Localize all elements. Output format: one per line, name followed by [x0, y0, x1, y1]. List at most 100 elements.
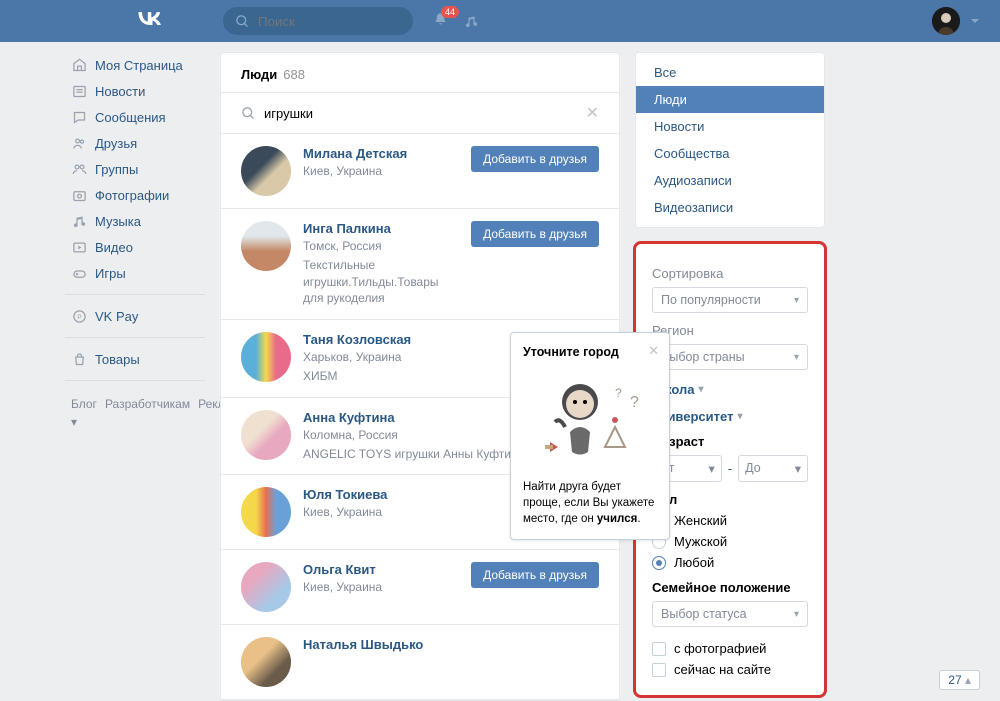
checkbox-icon — [652, 663, 666, 677]
tab-1[interactable]: Люди — [636, 86, 824, 113]
checkbox-icon — [652, 642, 666, 656]
nav-music[interactable]: Музыка — [65, 208, 205, 234]
nav-friends[interactable]: Друзья — [65, 130, 205, 156]
close-icon[interactable]: ✕ — [648, 343, 659, 359]
age-label: Возраст — [652, 434, 808, 449]
left-sidebar: Моя СтраницаНовостиСообщенияДрузьяГруппы… — [65, 52, 205, 701]
people-search-input[interactable] — [264, 106, 578, 121]
search-tabs: ВсеЛюдиНовостиСообществаАудиозаписиВидео… — [635, 52, 825, 228]
result-row: Инга Палкина Томск, Россия Текстильные игр… — [221, 209, 619, 320]
user-avatar[interactable] — [241, 487, 291, 537]
nav-photo[interactable]: Фотографии — [65, 182, 205, 208]
footer-link[interactable]: Блог — [71, 397, 97, 411]
add-friend-button[interactable]: Добавить в друзья — [471, 146, 599, 172]
region-select[interactable]: Выбор страны▾ — [652, 344, 808, 370]
nav-pay[interactable]: PVK Pay — [65, 303, 205, 329]
gender-radio-1[interactable]: Мужской — [652, 534, 808, 549]
gender-radio-0[interactable]: Женский — [652, 513, 808, 528]
result-row: Милана Детская Киев, Украина Добавить в др… — [221, 134, 619, 209]
tab-0[interactable]: Все — [636, 59, 824, 86]
nav-shop[interactable]: Товары — [65, 346, 205, 372]
gender-radios: Женский Мужской Любой — [652, 513, 808, 570]
video-icon — [71, 239, 87, 255]
svg-text:?: ? — [615, 386, 622, 400]
groups-icon — [71, 161, 87, 177]
tab-3[interactable]: Сообщества — [636, 140, 824, 167]
sort-select[interactable]: По популярности▾ — [652, 287, 808, 313]
result-name[interactable]: Милана Детская — [303, 146, 459, 161]
nav-news[interactable]: Новости — [65, 78, 205, 104]
marital-label: Семейное положение — [652, 580, 808, 595]
add-friend-button[interactable]: Добавить в друзья — [471, 221, 599, 247]
user-avatar[interactable] — [241, 562, 291, 612]
nav-home[interactable]: Моя Страница — [65, 52, 205, 78]
result-name[interactable]: Ольга Квит — [303, 562, 459, 577]
footer-links: БлогРазработчикамРекламаЕщё ▾ — [65, 389, 205, 437]
top-bar: 44 — [0, 0, 1000, 42]
nav-groups[interactable]: Группы — [65, 156, 205, 182]
radio-icon — [652, 556, 666, 570]
nav-msg[interactable]: Сообщения — [65, 104, 205, 130]
news-icon — [71, 83, 87, 99]
notification-badge: 44 — [441, 6, 459, 18]
result-location: Томск, Россия — [303, 238, 459, 255]
top-user[interactable] — [932, 7, 980, 35]
notification-bell[interactable]: 44 — [433, 12, 448, 30]
bottom-counter[interactable]: 27 ▴ — [939, 670, 980, 690]
result-name[interactable]: Инга Палкина — [303, 221, 459, 236]
marital-select[interactable]: Выбор статуса▾ — [652, 601, 808, 627]
msg-icon — [71, 109, 87, 125]
friends-icon — [71, 135, 87, 151]
top-icons: 44 — [433, 12, 479, 30]
games-icon — [71, 265, 87, 281]
result-row: Наталья Швыдько — [221, 625, 619, 700]
nav-games[interactable]: Игры — [65, 260, 205, 286]
age-to-select[interactable]: До▾ — [738, 455, 808, 482]
user-avatar[interactable] — [241, 410, 291, 460]
popup-title: Уточните город — [523, 345, 657, 359]
result-name[interactable]: Наталья Швыдько — [303, 637, 599, 652]
main-search-row: ✕ — [221, 93, 619, 134]
result-location: Киев, Украина — [303, 579, 459, 596]
popup-illustration: ? ? — [523, 369, 657, 469]
search-icon — [235, 14, 250, 29]
user-avatar[interactable] — [241, 146, 291, 196]
sort-label: Сортировка — [652, 266, 808, 281]
gender-label: Пол — [652, 492, 808, 507]
page-title: Люди — [241, 67, 277, 82]
university-expand[interactable]: Университет▾ — [652, 409, 808, 424]
svg-text:?: ? — [630, 394, 639, 411]
user-avatar[interactable] — [241, 332, 291, 382]
svg-text:P: P — [77, 314, 81, 321]
chevron-down-icon: ▾ — [794, 609, 799, 620]
user-avatar[interactable] — [241, 637, 291, 687]
add-friend-button[interactable]: Добавить в друзья — [471, 562, 599, 588]
result-row: Ольга Квит Киев, Украина Добавить в друзья — [221, 550, 619, 625]
user-avatar[interactable] — [241, 221, 291, 271]
result-extra: Текстильные игрушки.Тильды.Товары для ру… — [303, 257, 459, 307]
footer-link[interactable]: Разработчикам — [105, 397, 190, 411]
result-location: Киев, Украина — [303, 163, 459, 180]
chevron-down-icon: ▾ — [794, 295, 799, 306]
nav-group-1: Моя СтраницаНовостиСообщенияДрузьяГруппы… — [65, 52, 205, 286]
search-icon — [241, 106, 256, 121]
tab-5[interactable]: Видеозаписи — [636, 194, 824, 221]
school-expand[interactable]: Школа▾ — [652, 382, 808, 397]
avatar — [932, 7, 960, 35]
gender-radio-2[interactable]: Любой — [652, 555, 808, 570]
tab-2[interactable]: Новости — [636, 113, 824, 140]
top-search-input[interactable] — [258, 14, 378, 29]
filter-check-0[interactable]: с фотографией — [652, 641, 808, 656]
clear-search-icon[interactable]: ✕ — [586, 103, 599, 123]
music-icon[interactable] — [464, 14, 479, 29]
photo-icon — [71, 187, 87, 203]
chevron-down-icon — [970, 16, 980, 26]
nav-video[interactable]: Видео — [65, 234, 205, 260]
shop-icon — [71, 351, 87, 367]
top-search[interactable] — [223, 7, 413, 35]
city-popup: Уточните город ✕ ? ? Найти друга будет п… — [510, 332, 670, 540]
tab-4[interactable]: Аудиозаписи — [636, 167, 824, 194]
filter-check-1[interactable]: сейчас на сайте — [652, 662, 808, 677]
vk-logo[interactable] — [135, 4, 163, 39]
popup-text: Найти друга будет проще, если Вы укажете… — [523, 479, 657, 527]
